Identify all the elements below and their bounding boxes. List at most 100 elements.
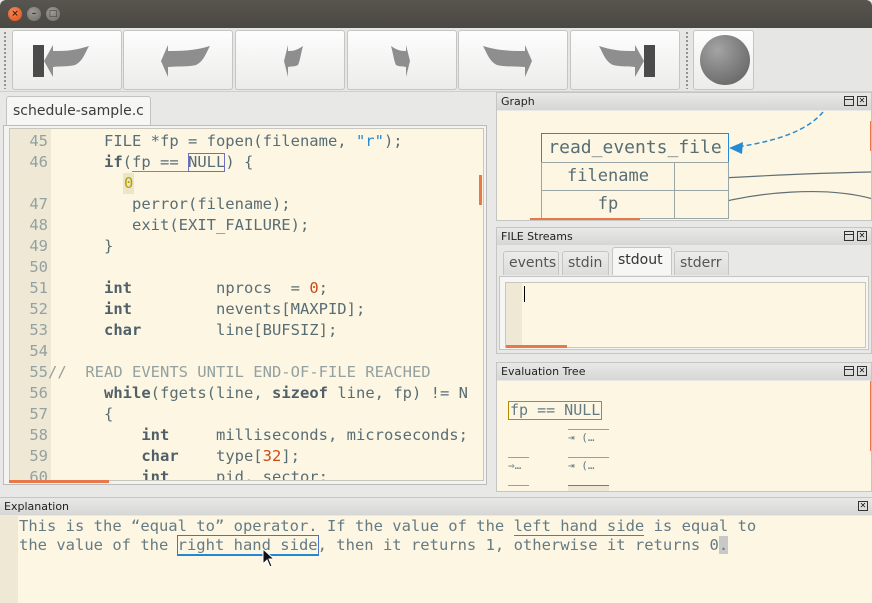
graph-vscroll-marker[interactable] xyxy=(870,121,871,151)
step-forward-button[interactable] xyxy=(458,30,568,90)
code-line[interactable]: 54 xyxy=(10,341,483,362)
stream-scroll-marker[interactable] xyxy=(506,345,567,348)
maximize-icon: □ xyxy=(48,9,58,19)
code-line[interactable]: 55// READ EVENTS UNTIL END-OF-FILE REACH… xyxy=(10,362,483,383)
explanation-link[interactable]: right hand side xyxy=(176,535,319,556)
graph-hscroll-marker[interactable] xyxy=(530,218,640,220)
code-line[interactable] xyxy=(10,173,483,194)
eval-child-node[interactable]: ⇥ (… xyxy=(568,459,595,472)
editor-scroll-marker[interactable] xyxy=(479,175,482,205)
toolbar xyxy=(0,28,872,92)
code-line[interactable]: 56 while(fgets(line, sizeof line, fp) !=… xyxy=(10,383,483,404)
code-token[interactable]: NULL xyxy=(188,153,226,172)
code-line[interactable]: 47 perror(filename); xyxy=(10,194,483,215)
step-back-small-button[interactable] xyxy=(235,30,345,90)
explanation-panel: Explanation ✕ This is the “equal to” ope… xyxy=(0,497,872,603)
explanation-link[interactable]: left hand side xyxy=(513,517,645,536)
eval-selected-node[interactable] xyxy=(568,485,609,491)
stdout-text[interactable] xyxy=(505,282,866,348)
step-forward-small-button[interactable] xyxy=(347,30,457,90)
code-token: line[BUFSIZ]; xyxy=(141,321,338,339)
code-editor[interactable]: 45 FILE *fp = fopen(filename, "r"); 46 if… xyxy=(9,128,484,481)
float-panel-icon[interactable] xyxy=(844,366,854,376)
explanation-text-span: the value of the xyxy=(19,536,178,554)
tab-stdout[interactable]: stdout xyxy=(612,247,672,275)
code-keyword: int xyxy=(104,300,132,318)
code-token: { xyxy=(66,405,114,423)
close-window-button[interactable]: × xyxy=(8,7,22,21)
close-panel-icon[interactable]: ✕ xyxy=(857,96,867,106)
eval-child-node[interactable]: ⇥ (… xyxy=(568,431,595,444)
code-token[interactable]: fp == xyxy=(132,153,189,172)
line-number: 45 xyxy=(29,132,48,150)
forward-to-end-button[interactable] xyxy=(570,30,680,90)
float-panel-icon[interactable] xyxy=(844,231,854,241)
fp-edge xyxy=(703,191,871,208)
stop-button[interactable] xyxy=(693,30,754,90)
editor-hscroll-marker[interactable] xyxy=(9,480,109,483)
graph-panel-title: Graph xyxy=(501,95,535,108)
tab-stderr[interactable]: stderr xyxy=(674,251,729,275)
code-line[interactable]: 52 int nevents[MAXPID]; xyxy=(10,299,483,320)
frame-var-value xyxy=(674,162,729,191)
graph-canvas[interactable]: read_events_file filename fp xyxy=(497,111,871,220)
code-line[interactable]: 49 } xyxy=(10,236,483,257)
code-line[interactable]: 51 int nprocs = 0; xyxy=(10,278,483,299)
code-line[interactable]: 59 char type[32]; xyxy=(10,446,483,467)
code-line[interactable]: 45 FILE *fp = fopen(filename, "r"); xyxy=(10,131,483,152)
tab-schedule-sample[interactable]: schedule-sample.c xyxy=(6,96,151,126)
arrow-head xyxy=(729,142,743,154)
file-streams-panel: FILE Streams ✕ events stdin stdout stder… xyxy=(496,227,872,354)
close-panel-icon[interactable]: ✕ xyxy=(858,501,868,511)
code-keyword: if xyxy=(104,153,123,171)
tab-stdin[interactable]: stdin xyxy=(562,251,609,275)
inline-eval-value[interactable]: 0 xyxy=(123,173,135,194)
toolbar-grip[interactable] xyxy=(3,31,7,89)
evaluation-tree[interactable]: fp == NULL ⇥ (… ⇒… ⇥ (… xyxy=(497,381,871,491)
filename-edge xyxy=(703,171,871,180)
maximize-window-button[interactable]: □ xyxy=(46,7,60,21)
code-line[interactable]: 50 xyxy=(10,257,483,278)
tab-events[interactable]: events xyxy=(503,251,559,275)
code-line[interactable]: 48 exit(EXIT_FAILURE); xyxy=(10,215,483,236)
code-line[interactable]: 53 char line[BUFSIZ]; xyxy=(10,320,483,341)
code-token: ; xyxy=(318,279,328,297)
eval-child-node[interactable]: ⇒… xyxy=(508,459,521,472)
evaluation-tree-header: Evaluation Tree ✕ xyxy=(497,363,871,380)
explanation-text[interactable]: This is the “equal to” operator. If the … xyxy=(0,516,872,603)
eval-root-node[interactable]: fp == NULL xyxy=(508,401,603,420)
rewind-to-start-button[interactable] xyxy=(12,30,122,90)
code-line[interactable]: 58 int milliseconds, microseconds; xyxy=(10,425,483,446)
line-number: 55 xyxy=(29,363,48,381)
frame-title: read_events_file xyxy=(541,133,729,163)
step-back-button[interactable] xyxy=(123,30,233,90)
graph-panel-header: Graph ✕ xyxy=(497,93,871,110)
eval-scroll-marker[interactable] xyxy=(870,381,871,451)
code-token: line, fp) != N xyxy=(328,384,468,402)
line-number: 60 xyxy=(29,468,48,481)
text-caret xyxy=(524,286,525,302)
explanation-text-span: is equal to xyxy=(644,517,757,535)
line-number: 50 xyxy=(29,258,48,276)
float-panel-icon[interactable] xyxy=(844,96,854,106)
line-number: 49 xyxy=(29,237,48,255)
step-back-small-icon xyxy=(284,45,303,77)
code-token: } xyxy=(66,237,114,255)
code-token: exit(EXIT_FAILURE); xyxy=(66,216,310,234)
explanation-header: Explanation ✕ xyxy=(0,498,872,515)
close-panel-icon[interactable]: ✕ xyxy=(857,366,867,376)
code-line[interactable]: 60 int pid, sector; xyxy=(10,467,483,481)
editor-frame: 45 FILE *fp = fopen(filename, "r"); 46 if… xyxy=(3,125,487,485)
code-line[interactable]: 57 { xyxy=(10,404,483,425)
toolbar-grip-2[interactable] xyxy=(685,31,689,89)
code-token: 0 xyxy=(309,279,319,297)
close-panel-icon[interactable]: ✕ xyxy=(857,231,867,241)
minimize-window-button[interactable]: – xyxy=(27,7,41,21)
code-line[interactable]: 46 if(fp == NULL) { xyxy=(10,152,483,173)
explanation-line-2: the value of the right hand side, then i… xyxy=(19,535,729,556)
